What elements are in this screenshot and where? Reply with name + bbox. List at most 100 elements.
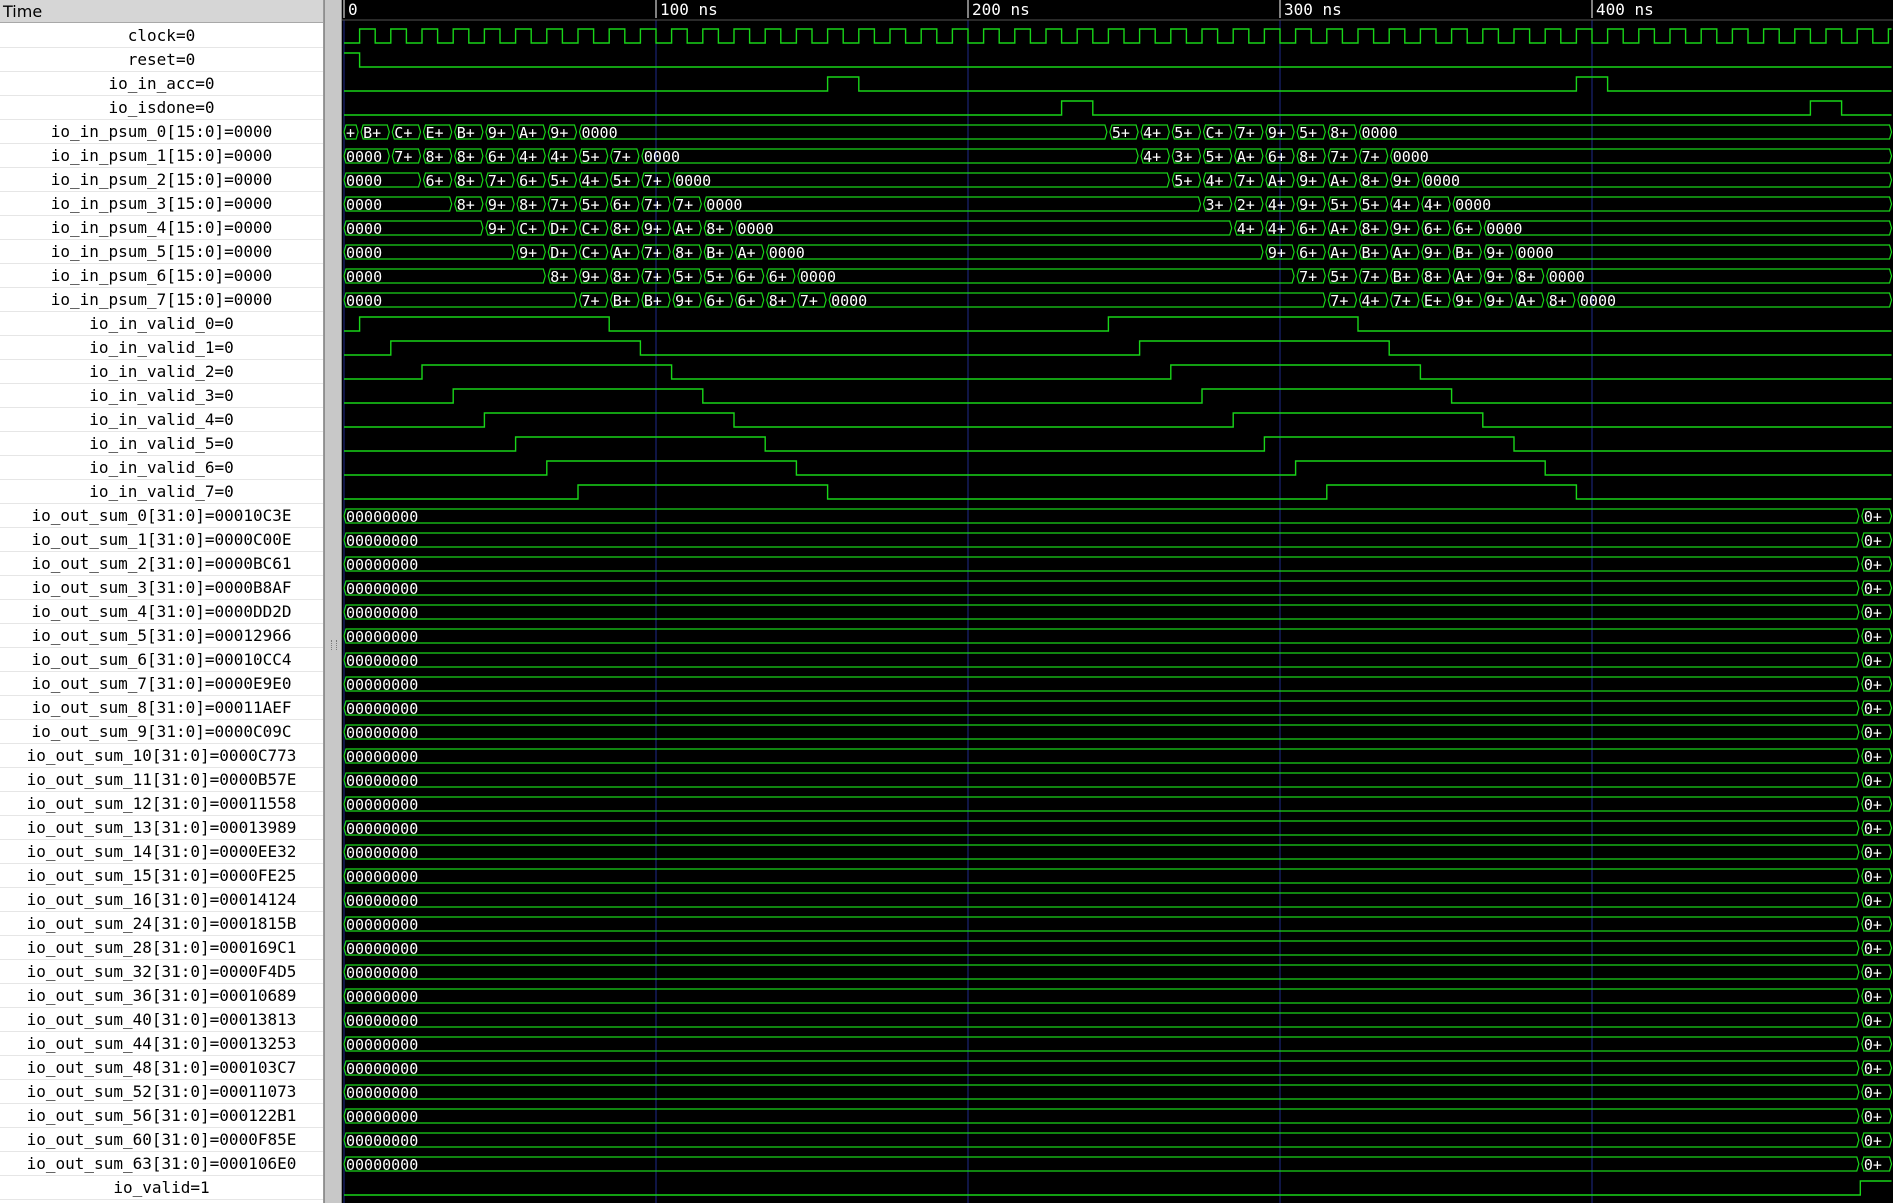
signal-name: io_out_sum_24[31:0]	[26, 914, 210, 933]
bus-value-label: 00000000	[346, 676, 418, 694]
signal-row[interactable]: io_out_sum_6[31:0] = 00010CC4	[0, 648, 323, 672]
wave-row: 00000000 0+	[343, 916, 1893, 934]
signal-row[interactable]: io_in_psum_4[15:0] = 0000	[0, 216, 323, 240]
signal-value: 000106E0	[219, 1154, 297, 1173]
bus-value-label: 9+	[1268, 244, 1286, 262]
signal-row[interactable]: io_out_sum_40[31:0] = 00013813	[0, 1008, 323, 1032]
signal-row[interactable]: io_out_sum_24[31:0] = 0001815B	[0, 912, 323, 936]
bus-value-label: 00000000	[346, 796, 418, 814]
signal-row[interactable]: io_out_sum_44[31:0] = 00013253	[0, 1032, 323, 1056]
bit-wave	[344, 76, 1892, 92]
pane-splitter[interactable]	[324, 0, 342, 1203]
equals-sign: =	[224, 194, 234, 213]
signal-name: io_in_psum_2[15:0]	[50, 170, 225, 189]
signal-row[interactable]: io_out_sum_0[31:0] = 00010C3E	[0, 504, 323, 528]
signal-row[interactable]: io_in_psum_5[15:0] = 0000	[0, 240, 323, 264]
signal-row[interactable]: io_in_psum_7[15:0] = 0000	[0, 288, 323, 312]
signal-row[interactable]: io_valid = 1	[0, 1176, 323, 1200]
signal-row[interactable]: io_in_valid_2 = 0	[0, 360, 323, 384]
signal-row[interactable]: io_in_valid_5 = 0	[0, 432, 323, 456]
signal-row[interactable]: io_in_valid_0 = 0	[0, 312, 323, 336]
signal-row[interactable]: io_in_valid_7 = 0	[0, 480, 323, 504]
bus-value-label: 9+	[1299, 196, 1317, 214]
signal-row[interactable]: io_out_sum_12[31:0] = 00011558	[0, 792, 323, 816]
bus-value-label: 8+	[1424, 268, 1442, 286]
signal-row[interactable]: io_out_sum_1[31:0] = 0000C00E	[0, 528, 323, 552]
signal-row[interactable]: io_in_psum_3[15:0] = 0000	[0, 192, 323, 216]
wave-row: 00000000 0+	[343, 628, 1893, 646]
bus-value-label: 9+	[1455, 292, 1473, 310]
bus-value-label: 9+	[1299, 172, 1317, 190]
signal-row[interactable]: io_in_valid_6 = 0	[0, 456, 323, 480]
bus-value-label: 0+	[1864, 1132, 1882, 1150]
bus-value-label: 0+	[1864, 796, 1882, 814]
signal-row[interactable]: io_in_psum_1[15:0] = 0000	[0, 144, 323, 168]
signal-row[interactable]: clock = 0	[0, 24, 323, 48]
bus-value-label: 5+	[1330, 196, 1348, 214]
signal-row[interactable]: io_out_sum_5[31:0] = 00012966	[0, 624, 323, 648]
equals-sign: =	[209, 866, 220, 885]
wave-row	[344, 484, 1892, 500]
splitter-grip-icon[interactable]	[331, 640, 337, 650]
bus-segment	[343, 796, 1860, 812]
signal-value: 0000	[233, 290, 273, 309]
bus-value-label: 3+	[1174, 148, 1192, 166]
signal-name: io_isdone	[108, 98, 196, 117]
signal-row[interactable]: io_out_sum_48[31:0] = 000103C7	[0, 1056, 323, 1080]
signal-row[interactable]: io_out_sum_63[31:0] = 000106E0	[0, 1152, 323, 1176]
signal-row[interactable]: io_in_acc = 0	[0, 72, 323, 96]
bus-segment	[343, 676, 1860, 692]
bus-segment	[343, 1132, 1860, 1148]
signal-row[interactable]: io_out_sum_15[31:0] = 0000FE25	[0, 864, 323, 888]
signal-row[interactable]: io_in_valid_4 = 0	[0, 408, 323, 432]
bus-value-label: 7+	[1330, 148, 1348, 166]
signal-row[interactable]: io_out_sum_11[31:0] = 0000B57E	[0, 768, 323, 792]
signal-row[interactable]: io_out_sum_60[31:0] = 0000F85E	[0, 1128, 323, 1152]
equals-sign: =	[224, 170, 234, 189]
signal-row[interactable]: io_out_sum_16[31:0] = 00014124	[0, 888, 323, 912]
signal-row[interactable]: io_out_sum_52[31:0] = 00011073	[0, 1080, 323, 1104]
signal-row[interactable]: io_out_sum_3[31:0] = 0000B8AF	[0, 576, 323, 600]
bus-value-label: 0+	[1864, 628, 1882, 646]
bus-segment	[766, 244, 1264, 260]
signal-row[interactable]: io_in_valid_3 = 0	[0, 384, 323, 408]
signal-row[interactable]: io_out_sum_9[31:0] = 0000C09C	[0, 720, 323, 744]
bus-value-label: A+	[1330, 172, 1348, 190]
signal-row[interactable]: io_out_sum_7[31:0] = 0000E9E0	[0, 672, 323, 696]
wave-row: 00000000 0+	[343, 508, 1893, 526]
signal-row[interactable]: io_out_sum_8[31:0] = 00011AEF	[0, 696, 323, 720]
signal-row[interactable]: io_out_sum_28[31:0] = 000169C1	[0, 936, 323, 960]
signal-row[interactable]: io_isdone = 0	[0, 96, 323, 120]
signal-row[interactable]: io_in_psum_6[15:0] = 0000	[0, 264, 323, 288]
signal-row[interactable]: io_out_sum_2[31:0] = 0000BC61	[0, 552, 323, 576]
signal-row[interactable]: io_out_sum_10[31:0] = 0000C773	[0, 744, 323, 768]
bit-wave	[344, 364, 1892, 380]
signal-row[interactable]: io_out_sum_14[31:0] = 0000EE32	[0, 840, 323, 864]
bus-value-label: 0000	[346, 220, 382, 238]
waveform-view[interactable]: 0 100 ns 200 ns 300 ns 400 ns + B+ C+ E+ B+ 9+ A+ 9+…	[342, 0, 1893, 1203]
signal-name: io_out_sum_48[31:0]	[26, 1058, 210, 1077]
signal-row[interactable]: io_in_valid_1 = 0	[0, 336, 323, 360]
signal-row[interactable]: io_in_psum_0[15:0] = 0000	[0, 120, 323, 144]
bus-value-label: 9+	[1486, 244, 1504, 262]
bus-value-label: 00000000	[346, 748, 418, 766]
signal-name: io_out_sum_16[31:0]	[26, 890, 210, 909]
wave-row: 00000000 0+	[343, 1132, 1893, 1150]
bus-value-label: 9+	[582, 268, 600, 286]
wave-row: 0000 7+ B+ B+ 9+ 6+ 6+ 8+ 7+ 0000 7+ 4+ 7+ E+ 9+ 9+ A+ 8+…	[343, 292, 1893, 310]
bus-value-label: 8+	[1330, 124, 1348, 142]
wave-row: + B+ C+ E+ B+ 9+ A+ 9+ 0000 5+ 4+ 5+ C+ 7+ 9+ 5+ 8+ 0000	[343, 124, 1893, 142]
bus-segment	[343, 652, 1860, 668]
signal-row[interactable]: io_out_sum_56[31:0] = 000122B1	[0, 1104, 323, 1128]
signal-row[interactable]: io_out_sum_13[31:0] = 00013989	[0, 816, 323, 840]
wave-row	[344, 412, 1892, 428]
bus-value-label: 0+	[1864, 1156, 1882, 1174]
signal-row[interactable]: io_in_psum_2[15:0] = 0000	[0, 168, 323, 192]
signal-row[interactable]: io_out_sum_4[31:0] = 0000DD2D	[0, 600, 323, 624]
bus-value-label: 7+	[1362, 268, 1380, 286]
signal-row[interactable]: io_out_sum_36[31:0] = 00010689	[0, 984, 323, 1008]
bus-value-label: 0+	[1864, 556, 1882, 574]
signal-row[interactable]: io_out_sum_32[31:0] = 0000F4D5	[0, 960, 323, 984]
signal-row[interactable]: reset = 0	[0, 48, 323, 72]
bus-segment	[343, 1036, 1860, 1052]
